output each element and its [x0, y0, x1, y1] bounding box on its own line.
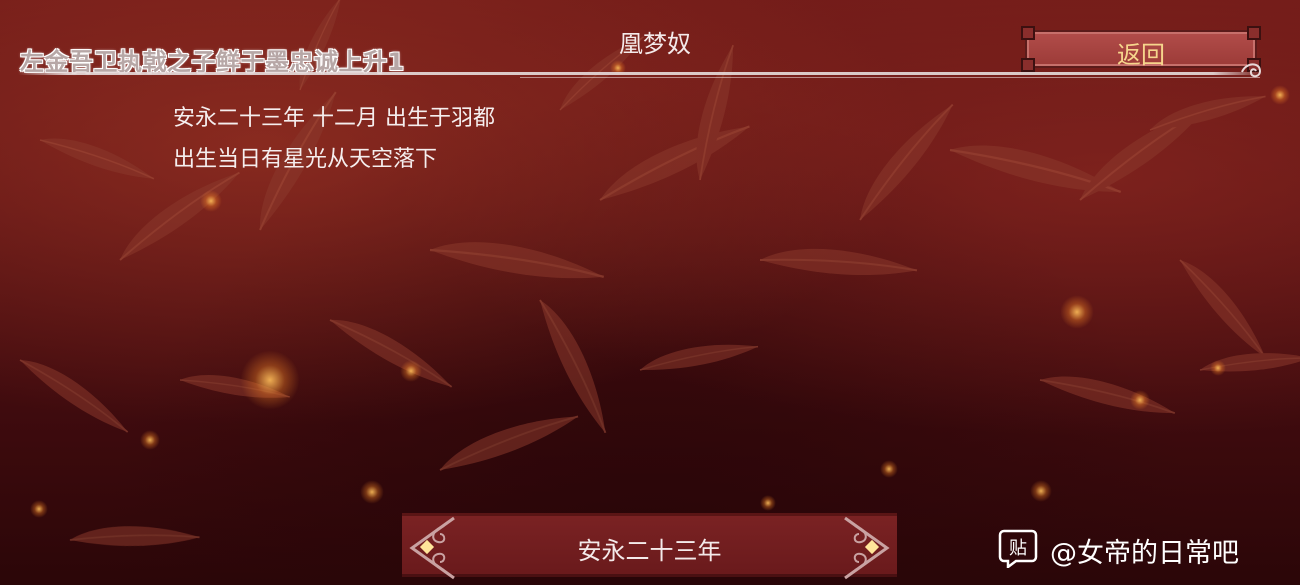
light-particle — [140, 430, 160, 450]
light-particle — [880, 460, 898, 478]
game-screen: 左金吾卫执戟之子鲜于墨忠诚上升1 凰梦奴 返回 安永二十三年 十二月 出生于羽都… — [0, 0, 1300, 585]
tieba-logo-icon: 贴 — [998, 529, 1038, 568]
character-name: 凰梦奴 — [619, 30, 691, 58]
light-particle — [240, 350, 300, 410]
watermark-text: @女帝的日常吧 — [1050, 538, 1239, 569]
current-year-label: 安永二十三年 — [577, 537, 722, 565]
year-selector: 安永二十三年 — [402, 513, 897, 580]
light-particle — [1060, 295, 1094, 329]
light-particle — [400, 360, 422, 382]
light-particle — [1210, 360, 1226, 376]
event-description-text: 出生当日有星光从天空落下 — [173, 147, 438, 172]
next-year-button[interactable] — [841, 516, 897, 580]
light-particle — [30, 500, 48, 518]
tieba-logo-glyph: 贴 — [1009, 538, 1027, 559]
light-particle — [760, 495, 776, 511]
light-particle — [1030, 480, 1052, 502]
header-divider — [18, 72, 1263, 75]
light-particle — [1130, 390, 1150, 410]
feather-background — [18, 0, 1300, 554]
swirl-ornament-icon — [1241, 63, 1262, 78]
light-particle — [200, 190, 222, 212]
light-particle — [360, 480, 384, 504]
back-button-label: 返回 — [1117, 41, 1165, 69]
header-divider-thin — [520, 77, 1260, 78]
back-button[interactable]: 返回 — [1021, 26, 1261, 72]
light-particle — [1270, 85, 1290, 105]
arrow-right-icon — [844, 516, 890, 580]
event-date-text: 安永二十三年 十二月 出生于羽都 — [173, 106, 495, 131]
